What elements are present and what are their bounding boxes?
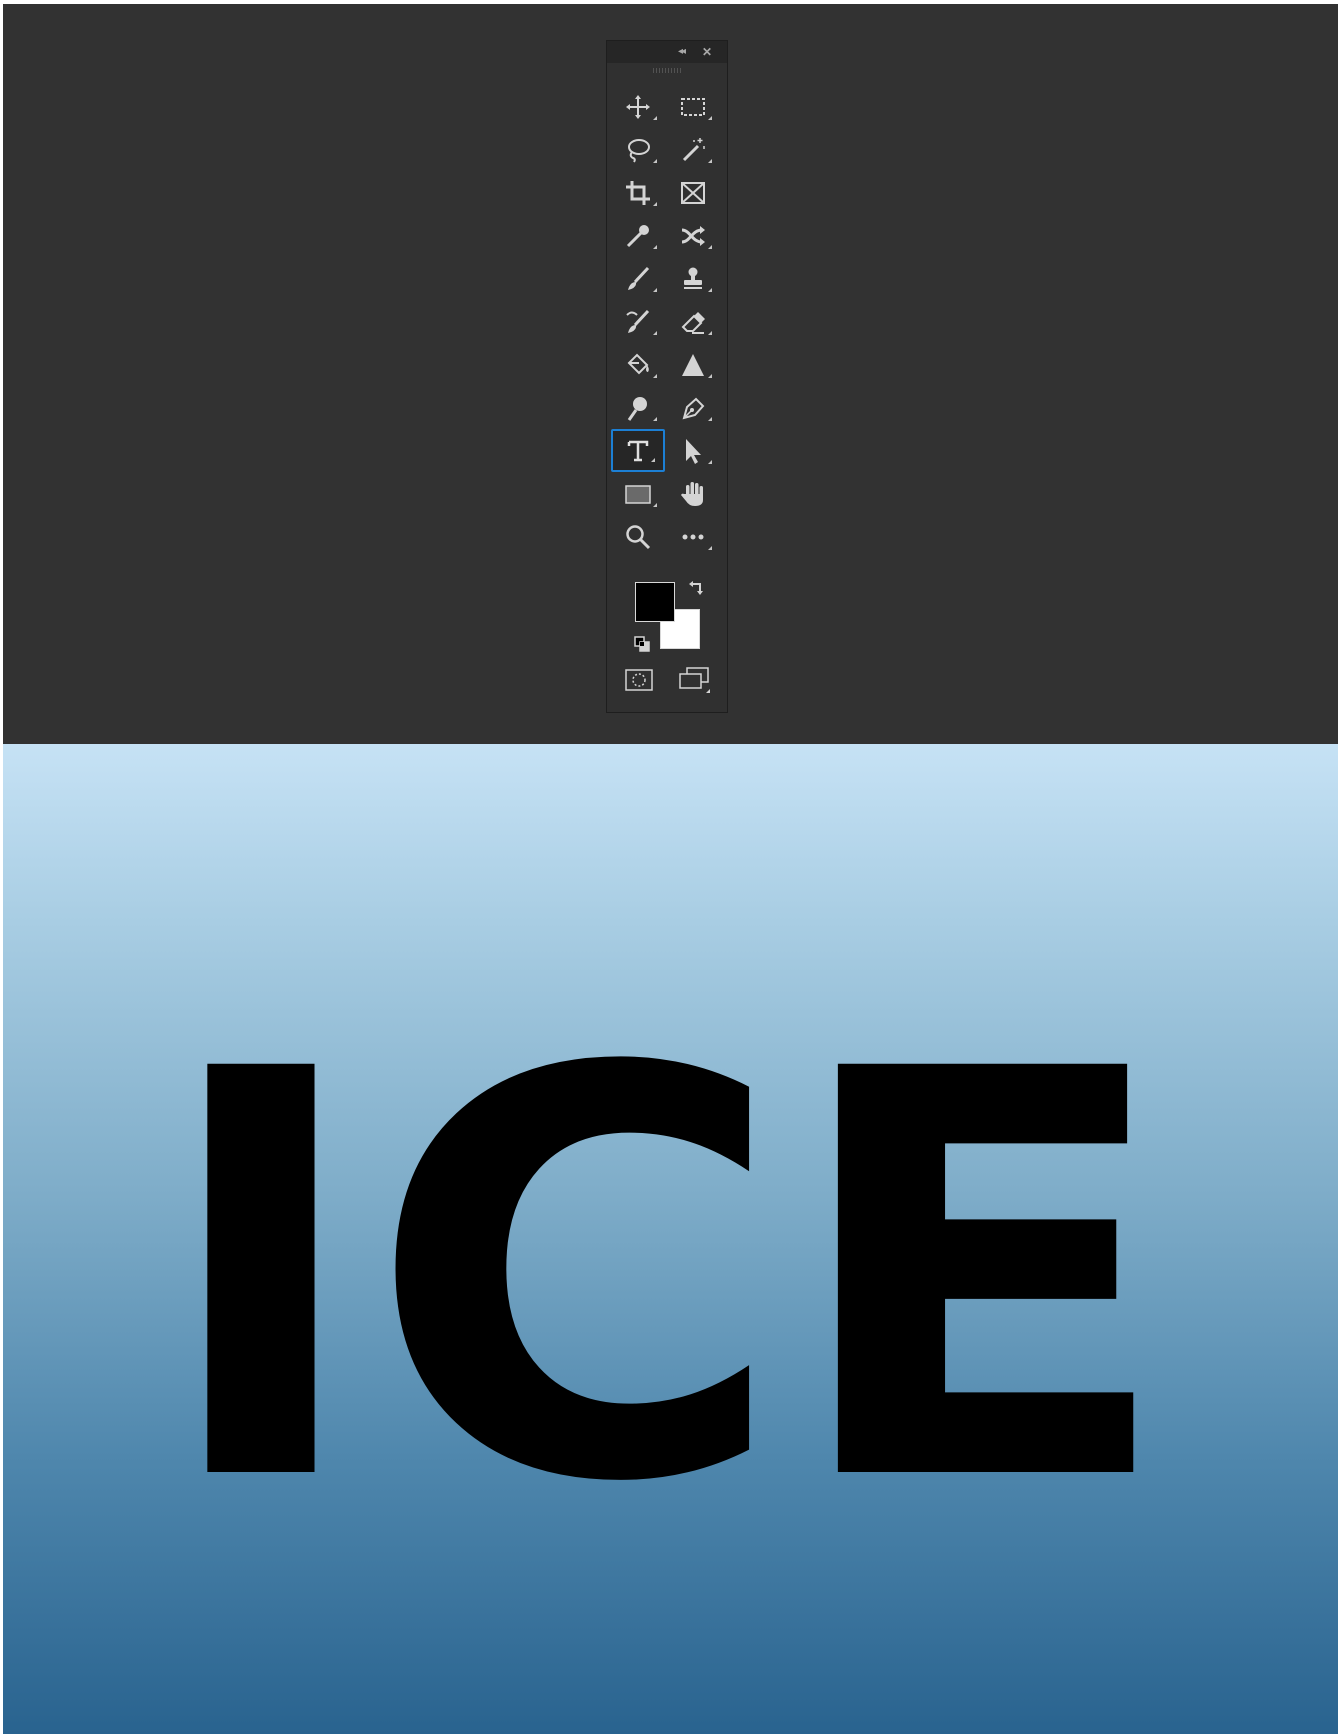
panel-grip[interactable] (653, 68, 683, 73)
stamp-icon (684, 267, 702, 289)
screen-mode-icon[interactable] (677, 664, 711, 694)
pen-tool[interactable] (666, 386, 720, 429)
zoom-tool[interactable] (611, 515, 665, 558)
swap-colors-icon[interactable] (687, 579, 705, 597)
default-colors-icon[interactable] (633, 635, 651, 653)
frame-tool[interactable] (666, 171, 720, 214)
blur-triangle-icon (682, 353, 704, 376)
history-brush-tool[interactable] (611, 300, 665, 343)
lasso-icon (628, 138, 650, 163)
dodge-tool[interactable] (611, 386, 665, 429)
clone-stamp-tool[interactable] (666, 257, 720, 300)
rectangle-tool[interactable] (611, 472, 665, 515)
blur-tool[interactable] (666, 343, 720, 386)
brush-tool[interactable] (611, 257, 665, 300)
magic-wand-icon (682, 137, 705, 161)
edit-toolbar[interactable] (666, 515, 720, 558)
collapse-icon[interactable]: ◂◂ (674, 45, 688, 59)
ice-text: ICE (155, 953, 1175, 1605)
arrow-icon (686, 438, 701, 464)
eraser-icon (681, 311, 705, 334)
paint-bucket-tool[interactable] (611, 343, 665, 386)
paint-bucket-icon (627, 353, 649, 374)
rectangle-icon (625, 484, 651, 504)
lasso-tool[interactable] (611, 128, 665, 171)
panel-header[interactable]: ◂◂ ✕ (607, 41, 727, 63)
ice-text-layer: ICE (155, 953, 1175, 1605)
type-tool[interactable] (611, 429, 665, 472)
workspace-area: ◂◂ ✕ (3, 4, 1338, 744)
move-tool[interactable] (611, 85, 665, 128)
crop-tool[interactable] (611, 171, 665, 214)
tools-panel: ◂◂ ✕ (606, 40, 728, 713)
crop-icon (626, 180, 650, 205)
eyedropper-icon (626, 224, 649, 247)
content-aware-move-icon (681, 225, 705, 246)
move-icon (626, 94, 650, 119)
eraser-tool[interactable] (666, 300, 720, 343)
path-selection-tool[interactable] (666, 429, 720, 472)
history-brush-icon (626, 309, 650, 333)
eyedropper-tool[interactable] (611, 214, 665, 257)
foreground-color-swatch[interactable] (635, 582, 675, 622)
close-icon[interactable]: ✕ (700, 45, 714, 59)
document-canvas[interactable]: ICE (3, 744, 1338, 1734)
type-icon (627, 440, 649, 461)
hand-icon (681, 481, 703, 506)
dodge-icon (627, 396, 647, 421)
marquee-tool[interactable] (666, 85, 720, 128)
magic-wand-tool[interactable] (666, 128, 720, 171)
content-aware-move-tool[interactable] (666, 214, 720, 257)
hand-tool[interactable] (666, 472, 720, 515)
rectangular-marquee-icon (681, 97, 705, 116)
pen-icon (682, 397, 705, 419)
brush-icon (628, 266, 650, 290)
more-icon (682, 534, 704, 539)
zoom-icon (626, 524, 651, 549)
frame-icon (681, 181, 705, 204)
quick-mask-icon[interactable] (623, 666, 655, 694)
